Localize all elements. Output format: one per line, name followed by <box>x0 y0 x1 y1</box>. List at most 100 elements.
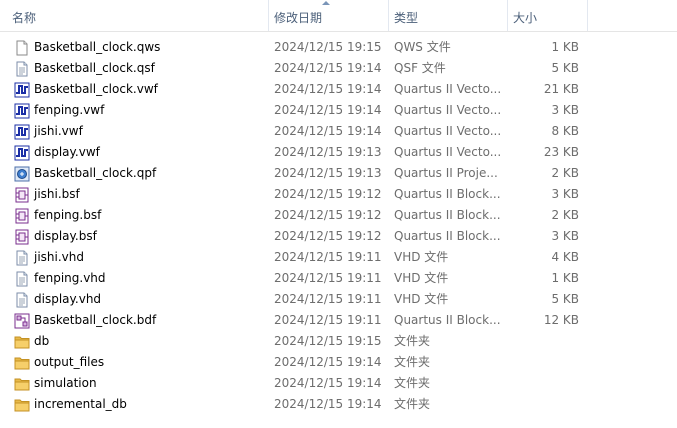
file-name: Basketball_clock.qsf <box>34 61 155 75</box>
waveform-file-icon <box>14 103 30 119</box>
file-size: 1 KB <box>551 271 579 285</box>
file-name: display.bsf <box>34 229 97 243</box>
modified-date: 2024/12/15 19:14 <box>274 355 382 369</box>
file-size: 8 KB <box>551 124 579 138</box>
file-size: 4 KB <box>551 250 579 264</box>
file-name: simulation <box>34 376 97 390</box>
folder-icon <box>14 334 30 350</box>
folder-row[interactable]: db 2024/12/15 19:15 文件夹 <box>0 331 677 352</box>
file-name: Basketball_clock.qws <box>34 40 161 54</box>
text-file-icon <box>14 271 30 287</box>
file-type: QWS 文件 <box>394 40 451 54</box>
file-type: Quartus II Proje... <box>394 166 498 180</box>
modified-date: 2024/12/15 19:12 <box>274 187 382 201</box>
file-type: Quartus II Vecto... <box>394 82 501 96</box>
file-type: QSF 文件 <box>394 61 446 75</box>
file-row[interactable]: jishi.vwf 2024/12/15 19:14 Quartus II Vect… <box>0 121 677 142</box>
file-name: fenping.vhd <box>34 271 106 285</box>
modified-date: 2024/12/15 19:14 <box>274 397 382 411</box>
modified-date: 2024/12/15 19:12 <box>274 229 382 243</box>
file-row[interactable]: jishi.vhd 2024/12/15 19:11 VHD 文件 4 KB <box>0 247 677 268</box>
block-symbol-icon <box>14 208 30 224</box>
file-name: fenping.bsf <box>34 208 102 222</box>
file-list: Basketball_clock.qws 2024/12/15 19:15 QWS … <box>0 37 677 415</box>
column-header-type[interactable]: 类型 <box>388 0 507 31</box>
file-row[interactable]: Basketball_clock.vwf 2024/12/15 19:14 Quar… <box>0 79 677 100</box>
file-row[interactable]: fenping.vhd 2024/12/15 19:11 VHD 文件 1 KB <box>0 268 677 289</box>
file-type: Quartus II Vecto... <box>394 124 501 138</box>
file-name: Basketball_clock.vwf <box>34 82 158 96</box>
file-size: 21 KB <box>543 82 579 96</box>
file-type: Quartus II Block... <box>394 208 501 222</box>
file-row[interactable]: display.vwf 2024/12/15 19:13 Quartus II Ve… <box>0 142 677 163</box>
file-type: Quartus II Vecto... <box>394 103 501 117</box>
folder-row[interactable]: simulation 2024/12/15 19:14 文件夹 <box>0 373 677 394</box>
file-size: 3 KB <box>551 187 579 201</box>
modified-date: 2024/12/15 19:13 <box>274 145 382 159</box>
file-row[interactable]: Basketball_clock.qpf 2024/12/15 19:13 Quar… <box>0 163 677 184</box>
file-row[interactable]: jishi.bsf 2024/12/15 19:12 Quartus II Bloc… <box>0 184 677 205</box>
file-row[interactable]: Basketball_clock.bdf 2024/12/15 19:11 Quar… <box>0 310 677 331</box>
modified-date: 2024/12/15 19:14 <box>274 82 382 96</box>
file-size: 3 KB <box>551 103 579 117</box>
block-symbol-icon <box>14 229 30 245</box>
file-name: jishi.bsf <box>34 187 80 201</box>
text-file-icon <box>14 292 30 308</box>
folder-icon <box>14 376 30 392</box>
modified-date: 2024/12/15 19:14 <box>274 376 382 390</box>
file-row[interactable]: fenping.vwf 2024/12/15 19:14 Quartus II Ve… <box>0 100 677 121</box>
modified-date: 2024/12/15 19:12 <box>274 208 382 222</box>
block-diagram-icon <box>14 313 30 329</box>
modified-date: 2024/12/15 19:15 <box>274 40 382 54</box>
waveform-file-icon <box>14 124 30 140</box>
text-file-icon <box>14 61 30 77</box>
column-divider[interactable] <box>587 0 588 31</box>
file-size: 23 KB <box>543 145 579 159</box>
column-header: 名称 修改日期 类型 大小 <box>0 0 677 32</box>
modified-date: 2024/12/15 19:15 <box>274 334 382 348</box>
column-header-size[interactable]: 大小 <box>507 0 587 31</box>
file-name: display.vhd <box>34 292 102 306</box>
modified-date: 2024/12/15 19:13 <box>274 166 382 180</box>
file-type: VHD 文件 <box>394 250 449 264</box>
file-size: 1 KB <box>551 40 579 54</box>
folder-icon <box>14 355 30 371</box>
file-name: jishi.vwf <box>34 124 83 138</box>
file-name: jishi.vhd <box>34 250 84 264</box>
file-name: output_files <box>34 355 105 369</box>
modified-date: 2024/12/15 19:11 <box>274 250 382 264</box>
file-size: 5 KB <box>551 61 579 75</box>
file-type: Quartus II Vecto... <box>394 145 501 159</box>
file-type: 文件夹 <box>394 376 431 390</box>
blank-file-icon <box>14 40 30 56</box>
file-name: fenping.vwf <box>34 103 105 117</box>
modified-date: 2024/12/15 19:11 <box>274 292 382 306</box>
file-size: 2 KB <box>551 166 579 180</box>
folder-row[interactable]: incremental_db 2024/12/15 19:14 文件夹 <box>0 394 677 415</box>
file-row[interactable]: fenping.bsf 2024/12/15 19:12 Quartus II Bl… <box>0 205 677 226</box>
text-file-icon <box>14 250 30 266</box>
file-row[interactable]: display.bsf 2024/12/15 19:12 Quartus II Bl… <box>0 226 677 247</box>
file-size: 12 KB <box>543 313 579 327</box>
file-size: 2 KB <box>551 208 579 222</box>
file-row[interactable]: Basketball_clock.qws 2024/12/15 19:15 QWS … <box>0 37 677 58</box>
file-name: incremental_db <box>34 397 127 411</box>
file-row[interactable]: display.vhd 2024/12/15 19:11 VHD 文件 5 KB <box>0 289 677 310</box>
folder-row[interactable]: output_files 2024/12/15 19:14 文件夹 <box>0 352 677 373</box>
waveform-file-icon <box>14 145 30 161</box>
file-type: 文件夹 <box>394 397 431 411</box>
folder-icon <box>14 397 30 413</box>
quartus-project-icon <box>14 166 30 182</box>
file-type: VHD 文件 <box>394 292 449 306</box>
file-name: db <box>34 334 50 348</box>
file-size: 5 KB <box>551 292 579 306</box>
file-row[interactable]: Basketball_clock.qsf 2024/12/15 19:14 QSF … <box>0 58 677 79</box>
file-name: Basketball_clock.qpf <box>34 166 157 180</box>
column-header-name[interactable]: 名称 <box>6 0 268 31</box>
modified-date: 2024/12/15 19:14 <box>274 103 382 117</box>
modified-date: 2024/12/15 19:14 <box>274 124 382 138</box>
file-type: Quartus II Block... <box>394 229 501 243</box>
waveform-file-icon <box>14 82 30 98</box>
file-size: 3 KB <box>551 229 579 243</box>
column-header-date[interactable]: 修改日期 <box>268 0 388 31</box>
